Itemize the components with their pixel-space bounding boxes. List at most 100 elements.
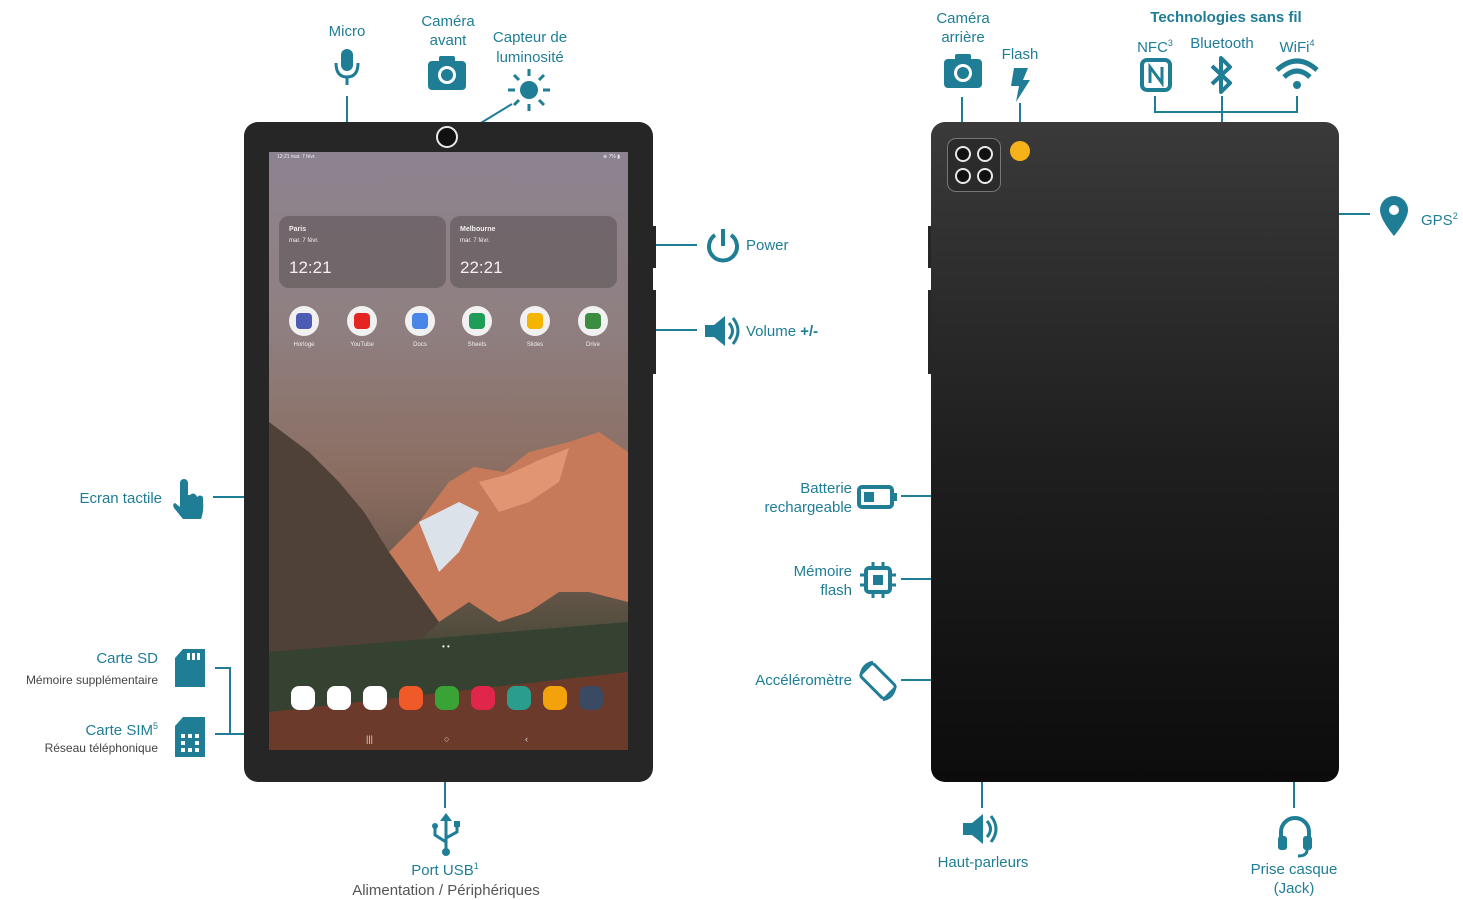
- power-icon: [707, 229, 739, 263]
- widget-city: Paris: [289, 226, 307, 233]
- recent-apps-button[interactable]: |||: [366, 734, 373, 744]
- label-jack-1: Prise casque: [1250, 861, 1338, 878]
- label-wifi-sup: 4: [1309, 38, 1315, 48]
- power-button-side: [653, 226, 656, 268]
- label-sim-card-sup: 5: [152, 721, 158, 731]
- slides-icon-glyph: [527, 313, 543, 329]
- app-label: Sheets: [467, 342, 487, 348]
- youtube-icon-glyph: [354, 313, 370, 329]
- speaker-icon: [963, 814, 998, 844]
- page-indicator: • •: [442, 642, 450, 651]
- label-gps: GPS2: [1421, 207, 1458, 230]
- label-gps-text: GPS: [1421, 212, 1453, 229]
- label-wifi-text: WiFi: [1279, 39, 1310, 56]
- battery-icon: [857, 485, 897, 509]
- calculator-icon[interactable]: [435, 686, 459, 710]
- sheets-icon-glyph: [469, 313, 485, 329]
- touchscreen-display[interactable]: 12:21 mar. 7 févr. ⊕ 7% ▮ Paris mar. 7 f…: [269, 152, 628, 750]
- widget-date: mar. 7 févr.: [289, 238, 319, 244]
- label-volume-sign: +/-: [800, 323, 819, 340]
- app-drawer-icon[interactable]: [579, 686, 603, 710]
- usb-icon: [432, 813, 460, 856]
- chrome-icon[interactable]: [291, 686, 315, 710]
- youtube-icon[interactable]: [347, 306, 377, 336]
- label-battery-2: rechargeable: [764, 499, 852, 516]
- label-front-camera-2: avant: [429, 32, 467, 49]
- rear-camera-icon: [944, 54, 982, 88]
- app-label: Drive: [585, 342, 600, 348]
- label-front-camera-1: Caméra: [421, 13, 475, 30]
- volume-button-side: [653, 290, 656, 374]
- flash-icon: [1011, 68, 1030, 102]
- label-flash: Flash: [1001, 46, 1039, 63]
- label-volume-text: Volume: [746, 323, 801, 340]
- drive-icon[interactable]: [578, 306, 608, 336]
- back-button[interactable]: ‹: [525, 734, 528, 744]
- label-wireless-title: Technologies sans fil: [1150, 9, 1302, 26]
- sim-card-icon: [175, 717, 205, 757]
- docs-icon-glyph: [412, 313, 428, 329]
- files-icon[interactable]: [543, 686, 567, 710]
- app-label: Horloge: [293, 342, 315, 348]
- docs-icon[interactable]: [405, 306, 435, 336]
- wifi-icon: [1275, 58, 1319, 89]
- label-bluetooth: Bluetooth: [1190, 35, 1254, 52]
- label-usb-port-sup: 1: [473, 861, 479, 871]
- home-button[interactable]: ○: [444, 734, 449, 744]
- camera-icon: [428, 56, 466, 90]
- app-label: Slides: [526, 342, 544, 348]
- label-volume: Volume +/-: [746, 322, 818, 341]
- label-micro: Micro: [328, 23, 366, 40]
- label-sim-card-sub: Réseau téléphonique: [44, 741, 158, 755]
- label-usb-port: Port USB1: [395, 857, 495, 880]
- slides-icon[interactable]: [520, 306, 550, 336]
- label-sim-card: Carte SIM5: [60, 717, 158, 740]
- sun-icon: [508, 69, 550, 111]
- sheets-icon[interactable]: [462, 306, 492, 336]
- label-memory-2: flash: [820, 582, 852, 599]
- label-rear-camera-1: Caméra: [936, 10, 990, 27]
- app-label: Docs: [413, 342, 427, 348]
- rear-camera-lenses: [955, 146, 993, 184]
- notes-icon[interactable]: [399, 686, 423, 710]
- label-sd-card: Carte SD: [96, 650, 158, 667]
- label-light-sensor-2: luminosité: [496, 49, 564, 66]
- label-nfc-text: NFC: [1137, 39, 1168, 56]
- screen-rotation-icon: [859, 660, 897, 702]
- label-speakers: Haut-parleurs: [937, 854, 1029, 871]
- camera-app-icon[interactable]: [471, 686, 495, 710]
- label-battery-1: Batterie: [800, 480, 852, 497]
- label-nfc-sup: 3: [1167, 38, 1173, 48]
- volume-icon: [705, 316, 740, 346]
- drive-icon-glyph: [585, 313, 601, 329]
- front-camera-lens: [436, 126, 458, 148]
- nfc-icon: [1140, 58, 1172, 92]
- label-gps-sup: 2: [1452, 211, 1458, 221]
- gps-pin-icon: [1380, 196, 1408, 236]
- label-touchscreen: Ecran tactile: [79, 490, 162, 507]
- label-light-sensor-1: Capteur de: [492, 29, 568, 46]
- clock-widget-melbourne[interactable]: Melbourne mar. 7 févr. 22:21: [450, 216, 617, 288]
- label-memory-1: Mémoire: [793, 563, 852, 580]
- label-wifi: WiFi4: [1264, 34, 1330, 57]
- flash-led: [1010, 141, 1030, 161]
- status-bar-time: 12:21 mar. 7 févr.: [277, 154, 316, 160]
- label-power: Power: [746, 237, 789, 254]
- microphone-icon: [334, 49, 360, 85]
- touch-hand-icon: [173, 479, 204, 519]
- sd-card-icon: [175, 649, 205, 687]
- widget-date: mar. 7 févr.: [460, 238, 490, 244]
- widget-time: 22:21: [460, 258, 503, 277]
- label-jack-2: (Jack): [1273, 880, 1315, 897]
- gmail-icon[interactable]: [363, 686, 387, 710]
- widget-city: Melbourne: [460, 226, 496, 233]
- label-usb-port-text: Port USB: [411, 862, 474, 879]
- label-sim-card-text: Carte SIM: [85, 722, 153, 739]
- label-sd-card-sub: Mémoire supplémentaire: [25, 673, 158, 687]
- maps-icon[interactable]: [327, 686, 351, 710]
- clock-icon[interactable]: [289, 306, 319, 336]
- tablet-back: [931, 122, 1339, 782]
- clock-widget-paris[interactable]: Paris mar. 7 févr. 12:21: [279, 216, 446, 288]
- headphones-icon: [1278, 816, 1312, 858]
- calendar-icon[interactable]: [507, 686, 531, 710]
